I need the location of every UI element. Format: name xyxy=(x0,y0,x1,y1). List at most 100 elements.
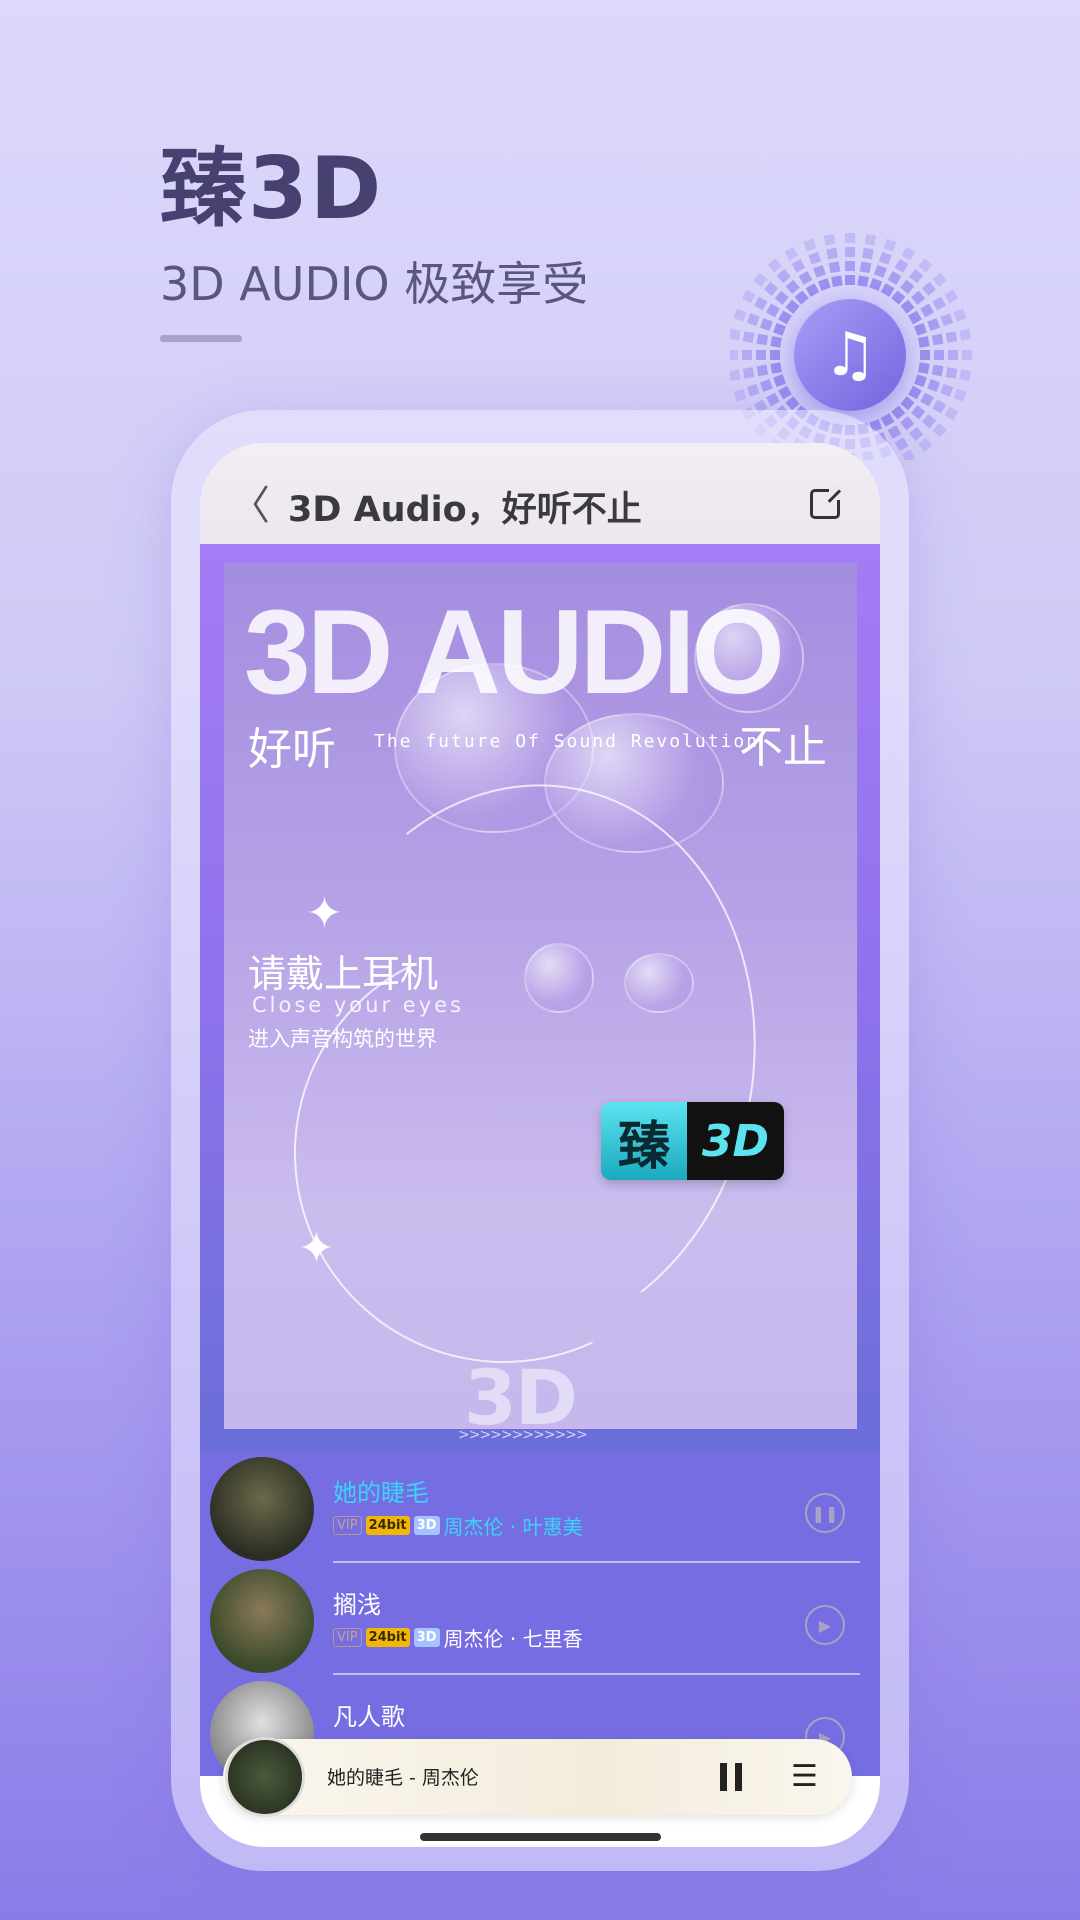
equalizer-bar xyxy=(921,414,936,429)
equalizer-bar xyxy=(733,308,747,322)
phone-screen: 〈 3D Audio，好听不止 ✦ ✦ 3D AUDIO 好听 The futu… xyxy=(200,443,880,1847)
equalizer-bar xyxy=(817,278,831,291)
equalizer-bar xyxy=(908,385,922,400)
equalizer-bar xyxy=(857,275,869,287)
equalizer-bar xyxy=(918,258,933,273)
song-row[interactable]: 搁浅 VIP 24bit 3D 周杰伦 · 七里香 ▶ xyxy=(200,1563,880,1675)
mini-player-cover xyxy=(225,1737,305,1817)
equalizer-bar xyxy=(778,310,792,325)
equalizer-bar xyxy=(759,318,773,331)
equalizer-bar xyxy=(894,437,909,452)
equalizer-bar xyxy=(862,247,874,260)
album-cover xyxy=(210,1457,314,1561)
equalizer-bar xyxy=(908,310,922,325)
3d-badge: 3D xyxy=(413,1628,440,1647)
equalizer-bar xyxy=(918,437,933,452)
banner-poster: ✦ ✦ 3D AUDIO 好听 The future Of Sound Revo… xyxy=(224,563,857,1429)
equalizer-bar xyxy=(767,258,782,273)
banner[interactable]: ✦ ✦ 3D AUDIO 好听 The future Of Sound Revo… xyxy=(200,544,880,1451)
equalizer-bar xyxy=(945,367,958,379)
equalizer-bar xyxy=(733,388,747,402)
equalizer-bar xyxy=(785,279,800,294)
equalizer-bar xyxy=(932,399,947,414)
zhen-3d-logo: 臻 3D xyxy=(601,1102,784,1180)
equalizer-bar xyxy=(805,283,820,297)
promo-title: 臻3D xyxy=(160,139,384,239)
scroll-hint-icon: >>>>>>>>>>>> xyxy=(458,1427,588,1443)
equalizer-bar xyxy=(959,369,972,382)
mini-player-text: 她的睫毛 - 周杰伦 xyxy=(327,1767,479,1789)
song-artist: 周杰伦 · 叶惠美 xyxy=(443,1515,583,1539)
equalizer-bar xyxy=(900,396,915,411)
equalizer-bar xyxy=(911,290,926,305)
equalizer-bar xyxy=(845,275,855,285)
equalizer-bar xyxy=(756,333,769,346)
equalizer-bar xyxy=(808,251,822,265)
equalizer-bar xyxy=(927,379,941,392)
equalizer-bar xyxy=(764,281,779,296)
equalizer-bar xyxy=(742,350,752,360)
equalizer-bar xyxy=(927,318,941,331)
equalizer-bar xyxy=(831,275,843,287)
equalizer-bar xyxy=(785,299,800,314)
equalizer-bar xyxy=(880,413,895,427)
equalizer-bar xyxy=(931,364,944,377)
equalizer-bar xyxy=(909,269,924,284)
equalizer-bar xyxy=(741,289,756,304)
equalizer-bar xyxy=(766,303,780,318)
equalizer-bar xyxy=(883,238,897,252)
equalizer-bar xyxy=(945,331,958,343)
page-header: 〈 3D Audio，好听不止 xyxy=(200,443,880,544)
wear-headphones-text: 请戴上耳机 xyxy=(248,952,439,996)
equalizer-bar xyxy=(774,290,789,305)
equalizer-bar xyxy=(900,299,915,314)
title-underline xyxy=(160,335,242,342)
equalizer-bar xyxy=(730,350,738,360)
playlist-icon[interactable]: ☰ xyxy=(791,1759,818,1794)
mini-player[interactable]: 她的睫毛 - 周杰伦 ☰ xyxy=(223,1737,852,1817)
equalizer-bar xyxy=(874,264,887,278)
pause-icon[interactable] xyxy=(720,1763,742,1791)
equalizer-bar xyxy=(803,238,817,252)
3d-badge: 3D xyxy=(413,1516,440,1535)
enter-world-text: 进入声音构筑的世界 xyxy=(248,1027,437,1051)
equalizer-bar xyxy=(864,233,877,246)
banner-bottom-text: 3D AUDIO xyxy=(464,1353,578,1429)
equalizer-bar xyxy=(753,272,768,287)
equalizer-bar xyxy=(828,261,841,274)
song-meta: VIP 24bit 3D 周杰伦 · 七里香 xyxy=(333,1623,583,1652)
promo-subtitle: 3D AUDIO 极致享受 xyxy=(160,257,589,311)
album-cover xyxy=(210,1569,314,1673)
equalizer-bar xyxy=(934,350,944,360)
page-title: 3D Audio，好听不止 xyxy=(288,490,642,530)
equalizer-bar xyxy=(766,392,780,407)
equalizer-bar xyxy=(911,405,926,420)
equalizer-bar xyxy=(753,296,768,311)
equalizer-bar xyxy=(891,405,906,420)
close-eyes-text: Close your eyes xyxy=(252,993,464,1017)
equalizer-bar xyxy=(887,425,902,439)
banner-tagline: The future Of Sound Revolution xyxy=(374,731,760,752)
play-button[interactable]: ▶ xyxy=(805,1605,845,1645)
sparkle-icon: ✦ xyxy=(306,888,343,939)
equalizer-bar xyxy=(756,350,766,360)
back-button[interactable]: 〈 xyxy=(230,473,270,531)
song-row[interactable]: 她的睫毛 VIP 24bit 3D 周杰伦 · 叶惠美 ❚❚ xyxy=(200,1451,880,1563)
equalizer-bar xyxy=(953,388,967,402)
home-indicator xyxy=(420,1833,661,1841)
equalizer-bar xyxy=(770,350,780,360)
song-meta: VIP 24bit 3D 周杰伦 · 叶惠美 xyxy=(333,1511,583,1540)
logo-zh: 臻 xyxy=(617,1116,670,1177)
equalizer-bar xyxy=(746,383,760,397)
banner-right-text: 不止 xyxy=(739,722,827,773)
equalizer-bar xyxy=(823,233,836,246)
share-icon[interactable] xyxy=(810,486,843,519)
equalizer-bar xyxy=(826,247,838,260)
equalizer-bar xyxy=(909,426,924,441)
equalizer-bar xyxy=(813,264,826,278)
24bit-badge: 24bit xyxy=(365,1628,410,1647)
equalizer-bar xyxy=(921,281,936,296)
equalizer-bar xyxy=(901,449,916,460)
pause-button[interactable]: ❚❚ xyxy=(805,1493,845,1533)
equalizer-bar xyxy=(901,246,916,261)
